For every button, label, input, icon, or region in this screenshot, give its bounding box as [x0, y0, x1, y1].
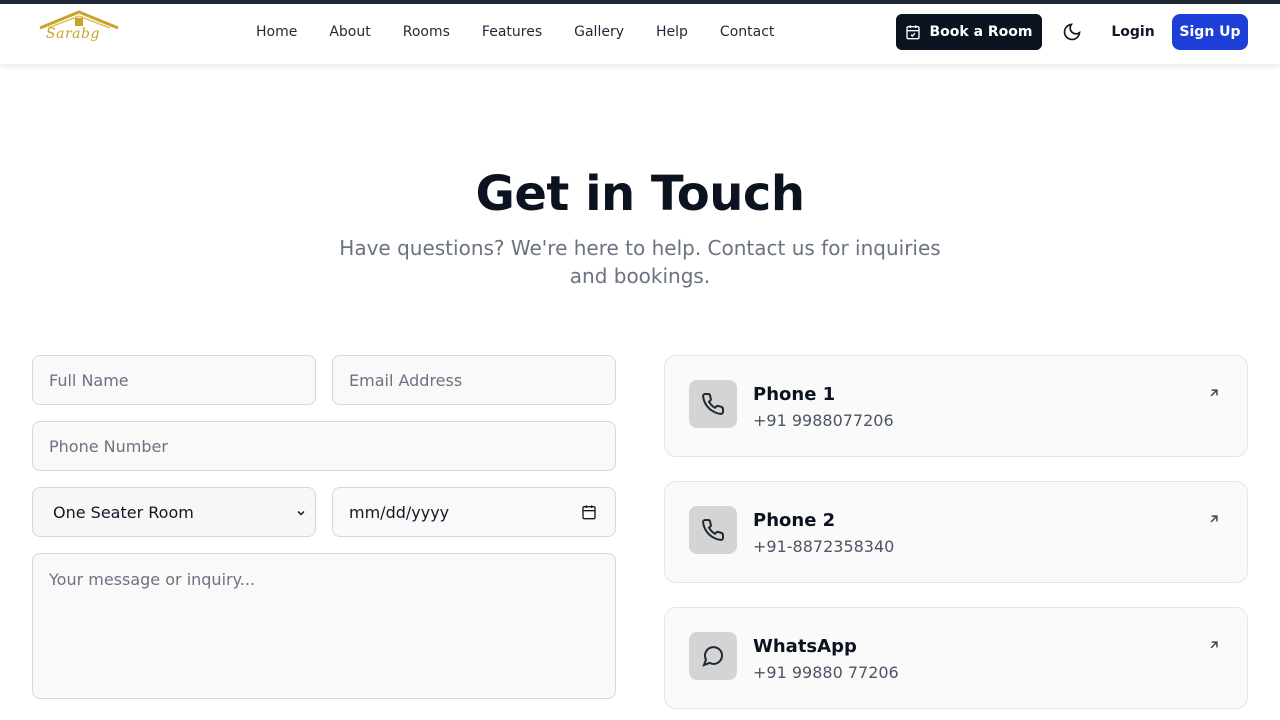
arrow-up-right-icon [1210, 515, 1218, 523]
phone-icon [702, 392, 725, 415]
email-input[interactable]: Email Address [332, 355, 616, 405]
chevron-down-icon [297, 510, 305, 516]
site-header: Sarabg Home About Rooms Features Gallery… [0, 4, 1280, 64]
signup-button[interactable]: Sign Up [1172, 14, 1248, 50]
contact-title: Phone 2 [753, 510, 836, 531]
nav-contact[interactable]: Contact [720, 24, 774, 40]
logo-text: Sarabg [46, 26, 100, 42]
book-room-label: Book a Room [929, 24, 1033, 40]
nav-help[interactable]: Help [656, 24, 688, 40]
full-name-input[interactable]: Full Name [32, 355, 316, 405]
contact-card-phone-1[interactable]: Phone 1 +91 9988077206 [664, 355, 1248, 457]
phone-icon-box [689, 506, 737, 554]
phone-input[interactable]: Phone Number [32, 421, 616, 471]
contact-value: +91 9988077206 [753, 411, 894, 430]
theme-toggle-button[interactable] [1058, 18, 1086, 46]
nav-features[interactable]: Features [482, 24, 542, 40]
contact-value: +91 99880 77206 [753, 663, 899, 682]
nav-about[interactable]: About [329, 24, 370, 40]
page-subtitle: Have questions? We're here to help. Cont… [339, 236, 941, 288]
contact-card-whatsapp[interactable]: WhatsApp +91 99880 77206 [664, 607, 1248, 709]
contact-value: +91-8872358340 [753, 537, 895, 556]
calendar-icon[interactable] [581, 504, 597, 520]
room-type-select[interactable]: One Seater Room [32, 487, 316, 537]
login-button[interactable]: Login [1104, 14, 1162, 50]
nav-rooms[interactable]: Rooms [403, 24, 450, 40]
date-placeholder: mm/dd/yyyy [349, 502, 450, 522]
nav-gallery[interactable]: Gallery [574, 24, 624, 40]
date-input[interactable]: mm/dd/yyyy [332, 487, 616, 537]
phone-icon-box [689, 380, 737, 428]
room-type-value: One Seater Room [53, 502, 194, 522]
arrow-up-right-icon [1210, 389, 1218, 397]
contact-title: WhatsApp [753, 636, 857, 657]
message-circle-icon [702, 646, 724, 667]
moon-icon [1063, 23, 1081, 41]
contact-title: Phone 1 [753, 384, 836, 405]
calendar-check-icon [906, 25, 921, 40]
book-room-button[interactable]: Book a Room [896, 14, 1042, 50]
main-nav: Home About Rooms Features Gallery Help C… [256, 4, 806, 60]
message-icon-box [689, 632, 737, 680]
arrow-up-right-icon [1210, 641, 1218, 649]
phone-icon [702, 518, 725, 541]
page-title: Get in Touch [475, 166, 805, 222]
nav-home[interactable]: Home [256, 24, 297, 40]
message-textarea[interactable]: Your message or inquiry... [32, 553, 616, 699]
contact-card-phone-2[interactable]: Phone 2 +91-8872358340 [664, 481, 1248, 583]
